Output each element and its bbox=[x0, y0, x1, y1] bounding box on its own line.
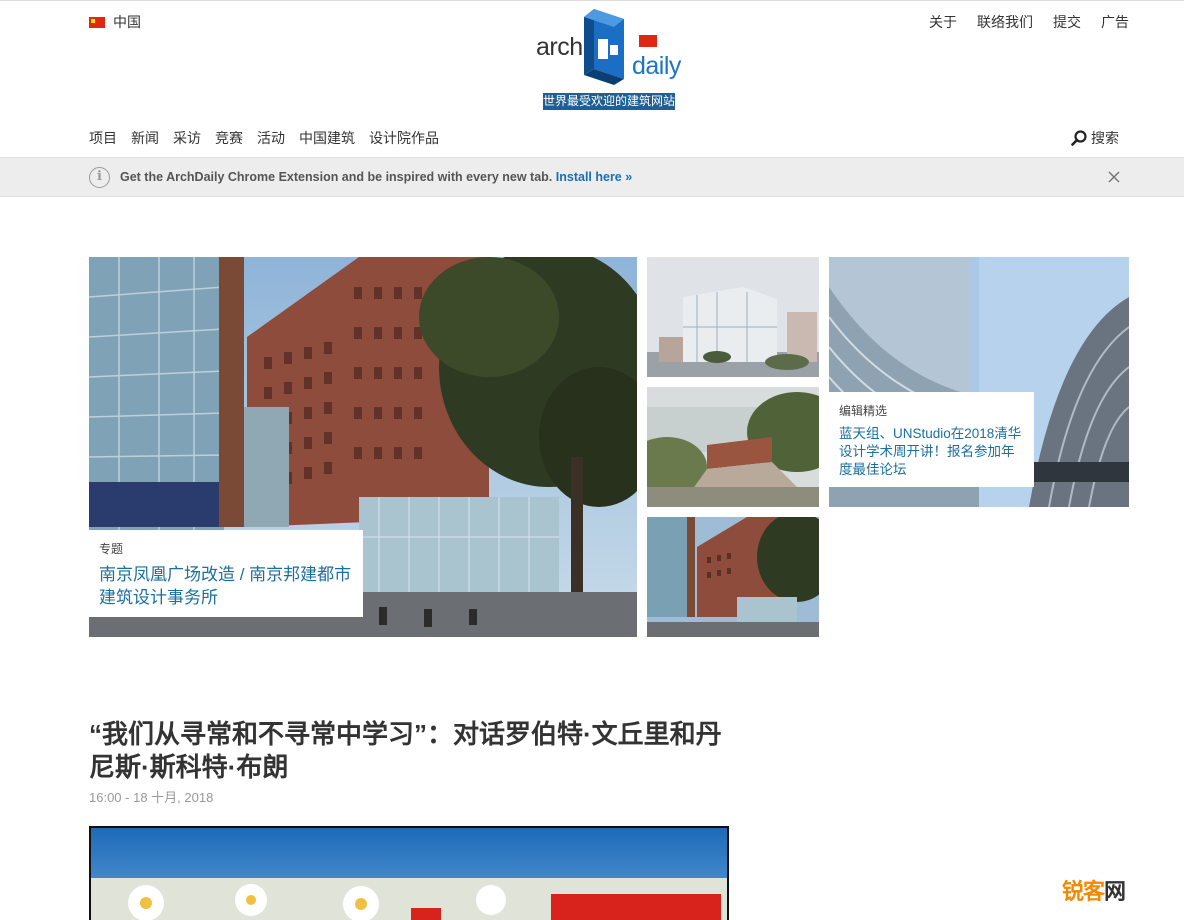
article-date: 16:00 - 18 十月, 2018 bbox=[89, 790, 214, 805]
nav-interviews[interactable]: 采访 bbox=[173, 128, 201, 148]
logo-cube-icon bbox=[584, 9, 624, 85]
china-flag-icon bbox=[89, 16, 105, 28]
extension-banner: i Get the ArchDaily Chrome Extension and… bbox=[0, 157, 1184, 197]
hero-thumb-3[interactable] bbox=[647, 517, 819, 637]
logo-flag-icon bbox=[638, 34, 658, 48]
extension-text: Get the ArchDaily Chrome Extension and b… bbox=[120, 170, 632, 184]
hero-main-category: 专题 bbox=[99, 542, 124, 556]
hero-main-caption[interactable]: 专题 南京凤凰广场改造 / 南京邦建都市建筑设计事务所 bbox=[89, 530, 363, 617]
watermark: 锐客网 bbox=[1062, 874, 1126, 906]
install-link[interactable]: Install here » bbox=[556, 170, 632, 184]
logo-daily-text: daily bbox=[632, 52, 681, 80]
hero-side-title[interactable]: 蓝天组、UNStudio在2018清华设计学术周开讲！报名参加年度最佳论坛 bbox=[839, 425, 1024, 479]
hero-side-caption[interactable]: 编辑精选 蓝天组、UNStudio在2018清华设计学术周开讲！报名参加年度最佳… bbox=[829, 392, 1034, 487]
link-about[interactable]: 关于 bbox=[929, 12, 957, 32]
top-links: 关于 联络我们 提交 广告 bbox=[929, 12, 1129, 32]
link-submit[interactable]: 提交 bbox=[1053, 12, 1081, 32]
country-label: 中国 bbox=[113, 14, 141, 30]
main-nav: 项目 新闻 采访 竞赛 活动 中国建筑 设计院作品 bbox=[89, 128, 439, 148]
nav-projects[interactable]: 项目 bbox=[89, 128, 117, 148]
article-image[interactable] bbox=[89, 826, 729, 920]
nav-events[interactable]: 活动 bbox=[257, 128, 285, 148]
hero-side-category: 编辑精选 bbox=[839, 404, 888, 418]
nav-china-architecture[interactable]: 中国建筑 bbox=[299, 128, 355, 148]
hero-main-image[interactable]: 专题 南京凤凰广场改造 / 南京邦建都市建筑设计事务所 bbox=[89, 257, 637, 637]
link-contact[interactable]: 联络我们 bbox=[977, 12, 1033, 32]
close-icon[interactable] bbox=[1106, 169, 1122, 185]
logo-tagline: 世界最受欢迎的建筑网站 bbox=[543, 93, 676, 110]
search-button[interactable]: 搜索 bbox=[1071, 128, 1119, 148]
hero-thumb-1[interactable] bbox=[647, 257, 819, 377]
search-label: 搜索 bbox=[1091, 130, 1119, 146]
info-icon: i bbox=[89, 167, 110, 188]
extension-message: Get the ArchDaily Chrome Extension and b… bbox=[120, 170, 553, 184]
watermark-part1: 锐客 bbox=[1062, 879, 1105, 904]
link-advertise[interactable]: 广告 bbox=[1101, 12, 1129, 32]
top-border bbox=[0, 0, 1184, 1]
nav-design-institute[interactable]: 设计院作品 bbox=[369, 128, 439, 148]
logo-arch-text: arch bbox=[536, 33, 583, 61]
nav-news[interactable]: 新闻 bbox=[131, 128, 159, 148]
hero-side-image[interactable]: 编辑精选 蓝天组、UNStudio在2018清华设计学术周开讲！报名参加年度最佳… bbox=[829, 257, 1129, 507]
nav-competitions[interactable]: 竞赛 bbox=[215, 128, 243, 148]
watermark-part2: 网 bbox=[1104, 879, 1126, 904]
hero-main-title[interactable]: 南京凤凰广场改造 / 南京邦建都市建筑设计事务所 bbox=[99, 563, 353, 609]
country-selector[interactable]: 中国 bbox=[89, 12, 141, 32]
article-title[interactable]: “我们从寻常和不寻常中学习”：对话罗伯特·文丘里和丹尼斯·斯科特·布朗 bbox=[89, 718, 739, 784]
hero-thumb-2[interactable] bbox=[647, 387, 819, 507]
search-icon bbox=[1071, 130, 1087, 146]
